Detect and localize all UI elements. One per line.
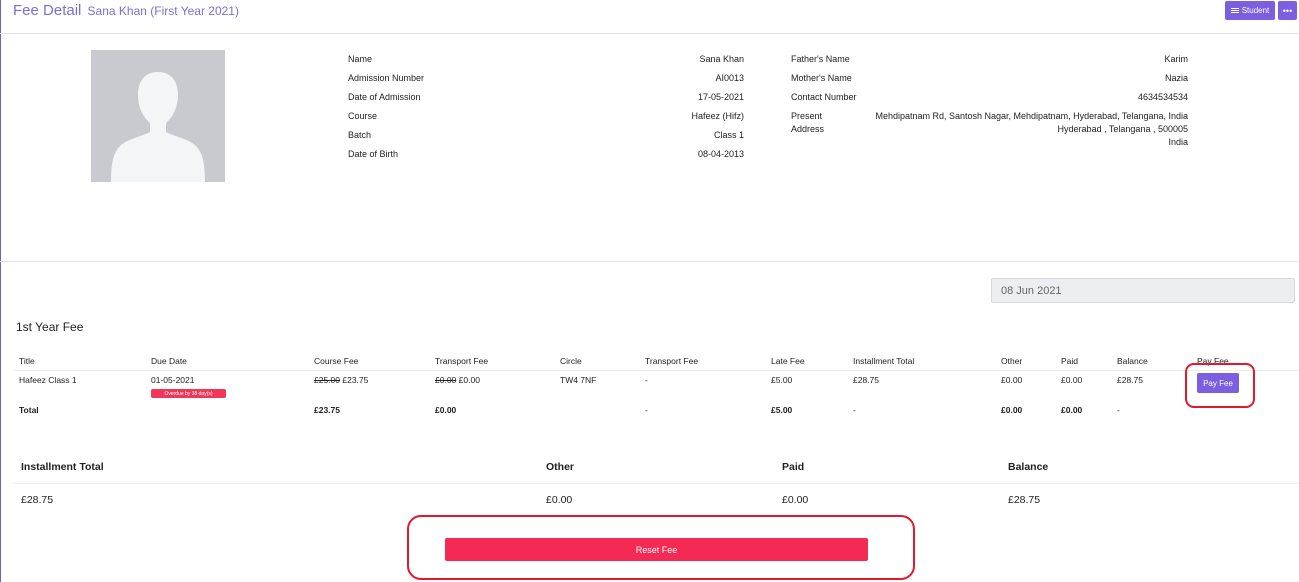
col-other: Other bbox=[1001, 356, 1023, 366]
row-title: Hafeez Class 1 bbox=[19, 375, 77, 385]
row-transport-fee: £0.00 £0.00 bbox=[435, 375, 480, 385]
name-label: Name bbox=[348, 54, 373, 64]
col-late-fee: Late Fee bbox=[771, 356, 805, 366]
row-due-date: 01-05-2021 bbox=[151, 375, 195, 385]
fathers-name-value: Karim bbox=[1164, 54, 1188, 64]
page-title-text: Fee Detail bbox=[13, 2, 82, 19]
total-transport-fee-2: - bbox=[645, 405, 648, 415]
row-transport-fee-2: - bbox=[645, 375, 648, 385]
course-value: Hafeez (Hifz) bbox=[691, 111, 744, 121]
student-button-label: Student bbox=[1241, 6, 1270, 15]
address-line-3: India bbox=[1168, 137, 1188, 147]
contact-number-label: Contact Number bbox=[791, 92, 857, 102]
present-address-label-2: Address bbox=[791, 124, 825, 134]
total-label: Total bbox=[19, 405, 39, 415]
fee-section-title: 1st Year Fee bbox=[16, 320, 84, 334]
row-course-fee: £25.00 £23.75 bbox=[314, 375, 368, 385]
col-due-date: Due Date bbox=[151, 356, 187, 366]
present-address-label-1: Present bbox=[791, 111, 823, 121]
contact-number-value: 4634534534 bbox=[1137, 92, 1188, 102]
summary-installment-total-header: Installment Total bbox=[21, 461, 104, 473]
col-balance: Balance bbox=[1117, 356, 1148, 366]
total-installment-total: - bbox=[853, 405, 856, 415]
date-of-admission-value: 17-05-2021 bbox=[697, 92, 744, 102]
date-input[interactable] bbox=[991, 278, 1295, 303]
more-options-button[interactable]: ••• bbox=[1278, 1, 1297, 20]
admission-number-value: AI0013 bbox=[715, 73, 744, 83]
transport-fee-new: £0.00 bbox=[458, 375, 480, 385]
row-late-fee: £5.00 bbox=[771, 375, 793, 385]
page-subtitle: Sana Khan (First Year 2021) bbox=[87, 4, 239, 18]
student-info-left: Name Sana Khan Admission Number AI0013 D… bbox=[348, 54, 744, 164]
section-divider bbox=[0, 261, 1299, 262]
mothers-name-value: Nazia bbox=[1164, 73, 1188, 83]
mothers-name-label: Mother's Name bbox=[791, 73, 852, 83]
total-other: £0.00 bbox=[1001, 405, 1023, 415]
col-title: Title bbox=[19, 356, 35, 366]
page-header: Fee Detail Sana Khan (First Year 2021) S… bbox=[0, 0, 1299, 34]
summary-balance-header: Balance bbox=[1008, 461, 1049, 473]
row-balance: £28.75 bbox=[1117, 375, 1143, 385]
overdue-badge: Overdue by 38 day(s) bbox=[151, 389, 226, 398]
summary-other-header: Other bbox=[546, 461, 575, 473]
date-of-birth-label: Date of Birth bbox=[348, 149, 399, 159]
transport-fee-old: £0.00 bbox=[435, 375, 457, 385]
summary-balance-value: £28.75 bbox=[1008, 494, 1041, 506]
row-circle: TW4 7NF bbox=[560, 375, 597, 385]
course-fee-old: £25.00 bbox=[314, 375, 340, 385]
student-button[interactable]: Student bbox=[1225, 1, 1275, 20]
date-of-birth-value: 08-04-2013 bbox=[697, 149, 744, 159]
col-transport-fee-2: Transport Fee bbox=[645, 356, 699, 366]
address-line-1: Mehdipatnam Rd, Santosh Nagar, Mehdipatn… bbox=[875, 111, 1188, 121]
batch-label: Batch bbox=[348, 130, 372, 140]
name-value: Sana Khan bbox=[699, 54, 744, 64]
col-course-fee: Course Fee bbox=[314, 356, 359, 366]
total-course-fee: £23.75 bbox=[314, 405, 340, 415]
col-installment-total: Installment Total bbox=[853, 356, 915, 366]
reset-fee-highlight bbox=[407, 515, 915, 580]
row-installment-total: £28.75 bbox=[853, 375, 879, 385]
date-of-admission-label: Date of Admission bbox=[348, 92, 421, 102]
list-icon bbox=[1231, 8, 1239, 13]
col-circle: Circle bbox=[560, 356, 582, 366]
total-late-fee: £5.00 bbox=[771, 405, 793, 415]
course-label: Course bbox=[348, 111, 378, 121]
ellipsis-icon: ••• bbox=[1282, 5, 1293, 16]
person-silhouette-icon bbox=[91, 50, 225, 182]
total-balance: - bbox=[1117, 405, 1120, 415]
summary-other-value: £0.00 bbox=[546, 494, 573, 506]
summary-paid-value: £0.00 bbox=[782, 494, 809, 506]
batch-value: Class 1 bbox=[713, 130, 744, 140]
admission-number-label: Admission Number bbox=[348, 73, 425, 83]
total-paid: £0.00 bbox=[1061, 405, 1083, 415]
address-line-2: Hyderabad , Telangana , 500005 bbox=[1057, 124, 1188, 134]
row-other: £0.00 bbox=[1001, 375, 1023, 385]
fathers-name-label: Father's Name bbox=[791, 54, 850, 64]
course-fee-new: £23.75 bbox=[342, 375, 369, 385]
summary-installment-total-value: £28.75 bbox=[21, 494, 54, 506]
summary-divider bbox=[14, 483, 1299, 484]
student-avatar bbox=[91, 50, 225, 182]
page-title: Fee Detail Sana Khan (First Year 2021) bbox=[13, 2, 239, 19]
table-header-divider bbox=[14, 370, 1299, 371]
left-border bbox=[0, 0, 1, 582]
col-paid: Paid bbox=[1061, 356, 1079, 366]
pay-fee-highlight bbox=[1185, 363, 1255, 408]
summary-paid-header: Paid bbox=[782, 461, 805, 473]
student-info-right: Father's Name Karim Mother's Name Nazia … bbox=[791, 54, 1188, 154]
row-paid: £0.00 bbox=[1061, 375, 1083, 385]
col-transport-fee: Transport Fee bbox=[435, 356, 489, 366]
total-transport-fee: £0.00 bbox=[435, 405, 457, 415]
